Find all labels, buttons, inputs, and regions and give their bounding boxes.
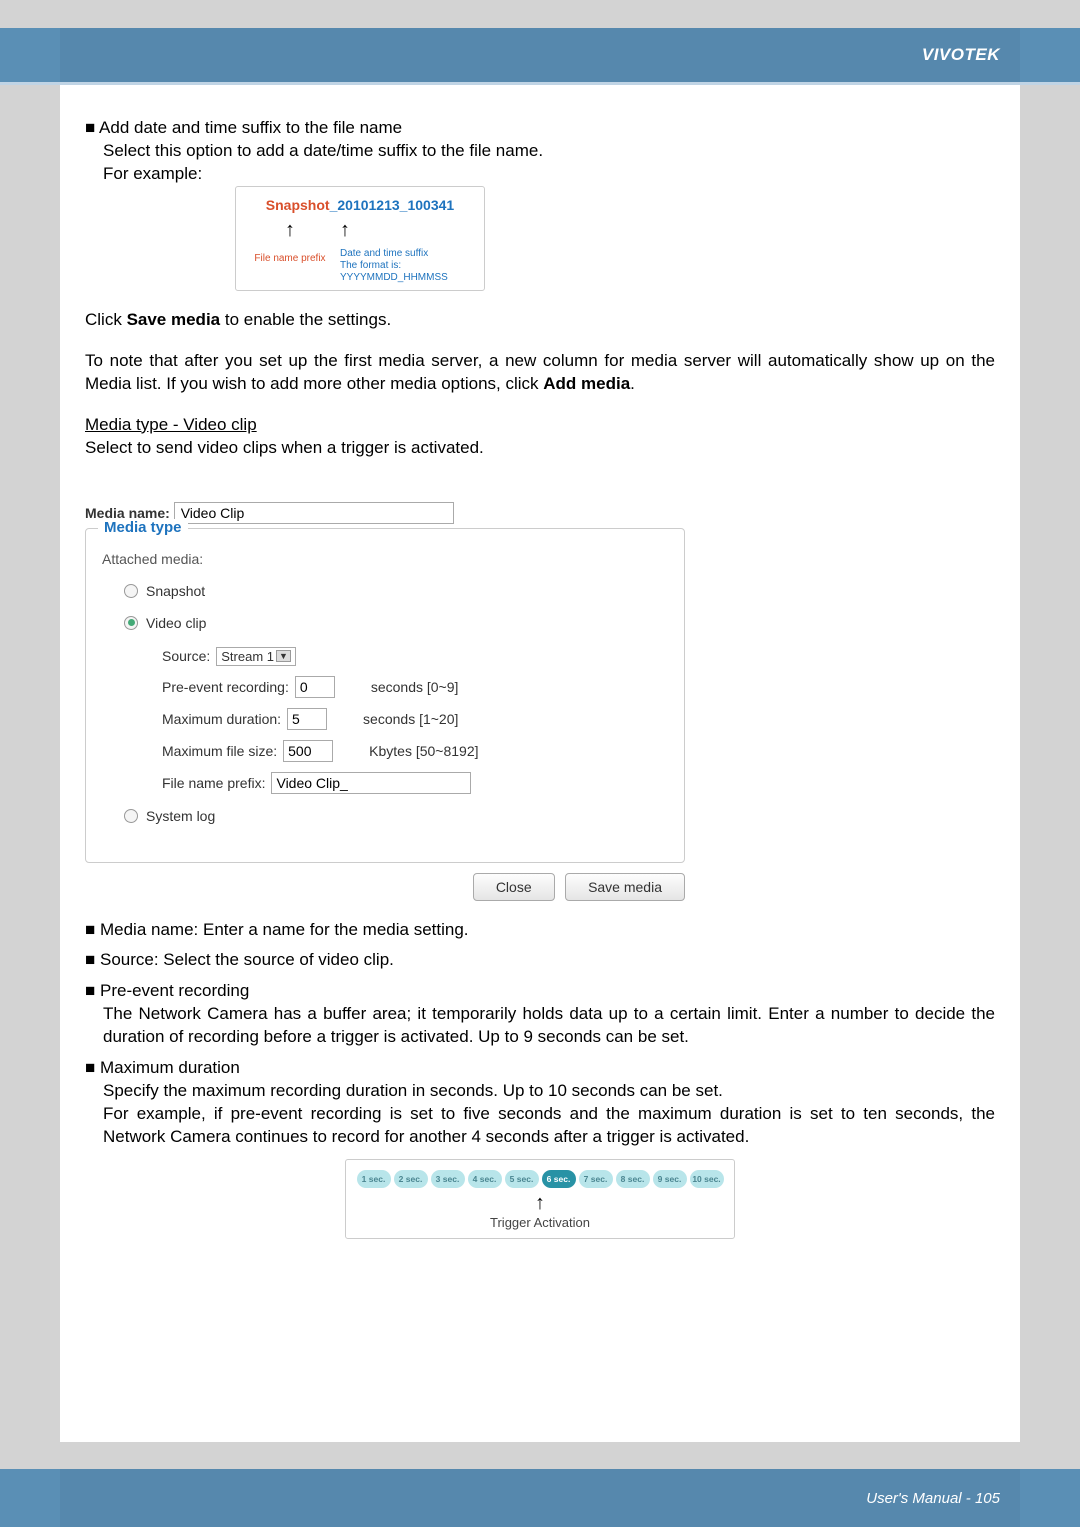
bullet-maxdur-body1: Specify the maximum recording duration i… (85, 1080, 995, 1103)
arrow-up-icon: ↑ (354, 1192, 726, 1215)
text-select-send-clips: Select to send video clips when a trigge… (85, 437, 995, 460)
footer-text: User's Manual - 105 (866, 1490, 1000, 1507)
label-snapshot: Snapshot (146, 583, 205, 599)
timeline-pill: 7 sec. (579, 1170, 613, 1188)
arrow-up-icon: ↑ (285, 219, 295, 241)
unit-maxdur: seconds [1~20] (363, 711, 458, 727)
maxsize-input[interactable] (283, 740, 333, 762)
legend-media-type: Media type (98, 519, 188, 536)
unit-preevent: seconds [0~9] (371, 679, 459, 695)
snapshot-example-box: Snapshot_20101213_100341 ↑ ↑ File name p… (235, 186, 485, 291)
chevron-down-icon[interactable]: ▼ (276, 650, 291, 662)
page-body: ■ Add date and time suffix to the file n… (60, 82, 1020, 1442)
label-syslog: System log (146, 808, 215, 824)
radio-videoclip[interactable] (124, 616, 138, 630)
bullet-preevent-title: ■ Pre-event recording (85, 980, 995, 1003)
preevent-input[interactable] (295, 676, 335, 698)
timeline-pill: 9 sec. (653, 1170, 687, 1188)
maxdur-input[interactable] (287, 708, 327, 730)
bullet-maxdur-title: ■ Maximum duration (85, 1057, 995, 1080)
timeline-pill: 2 sec. (394, 1170, 428, 1188)
source-select[interactable]: Stream 1 ▼ (216, 647, 296, 666)
page-header: VIVOTEK (0, 0, 1080, 82)
radio-syslog-row[interactable]: System log (124, 808, 668, 824)
media-dialog: Media name: Media type Attached media: S… (85, 502, 685, 901)
label-file-prefix: File name prefix (254, 253, 325, 264)
timeline-pill: 4 sec. (468, 1170, 502, 1188)
trigger-diagram: 1 sec.2 sec.3 sec.4 sec.5 sec.6 sec.7 se… (345, 1159, 735, 1239)
radio-snapshot-row[interactable]: Snapshot (124, 583, 668, 599)
text-note-paragraph: To note that after you set up the first … (85, 350, 995, 396)
label-maxdur: Maximum duration: (162, 711, 281, 727)
bullet-maxdur-body2: For example, if pre-event recording is s… (85, 1103, 995, 1149)
snapshot-filename: Snapshot_20101213_100341 (244, 197, 476, 213)
label-maxsize: Maximum file size: (162, 743, 277, 759)
timeline-pill: 1 sec. (357, 1170, 391, 1188)
label-source: Source: (162, 648, 210, 664)
arrow-up-icon: ↑ (340, 219, 350, 241)
timeline-pill: 8 sec. (616, 1170, 650, 1188)
label-attached-media: Attached media: (102, 551, 668, 567)
radio-syslog[interactable] (124, 809, 138, 823)
label-prefix: File name prefix: (162, 775, 265, 791)
radio-snapshot[interactable] (124, 584, 138, 598)
save-media-button[interactable]: Save media (565, 873, 685, 901)
label-videoclip: Video clip (146, 615, 206, 631)
heading-media-type-video: Media type - Video clip (85, 414, 995, 437)
bullet-preevent-body: The Network Camera has a buffer area; it… (85, 1003, 995, 1049)
prefix-input[interactable] (271, 772, 471, 794)
bullet-source: ■ Source: Select the source of video cli… (85, 949, 995, 972)
text-for-example: For example: (85, 163, 995, 186)
label-trigger-activation: Trigger Activation (354, 1215, 726, 1230)
bullet-add-date-suffix: ■ Add date and time suffix to the file n… (85, 117, 995, 140)
unit-maxsize: Kbytes [50~8192] (369, 743, 478, 759)
label-preevent: Pre-event recording: (162, 679, 289, 695)
media-type-fieldset: Media type Attached media: Snapshot Vide… (85, 528, 685, 863)
label-date-suffix: Date and time suffix (340, 248, 476, 260)
radio-videoclip-row[interactable]: Video clip (124, 615, 668, 631)
media-name-input[interactable] (174, 502, 454, 524)
close-button[interactable]: Close (473, 873, 555, 901)
label-format: The format is: YYYYMMDD_HHMMSS (340, 260, 476, 284)
text-select-option: Select this option to add a date/time su… (85, 140, 995, 163)
timeline-pill: 5 sec. (505, 1170, 539, 1188)
bullet-media-name: ■ Media name: Enter a name for the media… (85, 919, 995, 942)
page-footer: User's Manual - 105 (0, 1469, 1080, 1527)
timeline-pills: 1 sec.2 sec.3 sec.4 sec.5 sec.6 sec.7 se… (354, 1170, 726, 1188)
timeline-pill: 3 sec. (431, 1170, 465, 1188)
timeline-pill: 6 sec. (542, 1170, 576, 1188)
brand-text: VIVOTEK (922, 45, 1000, 65)
text-click-save: Click Save media to enable the settings. (85, 309, 995, 332)
timeline-pill: 10 sec. (690, 1170, 724, 1188)
